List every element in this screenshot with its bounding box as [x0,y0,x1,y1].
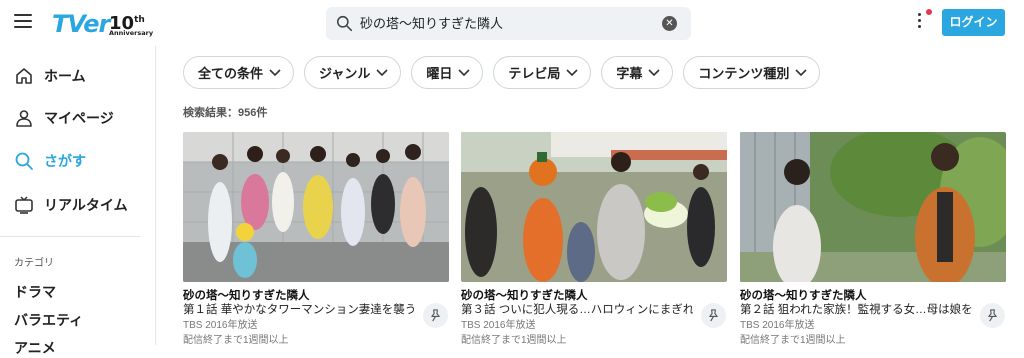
chevron-down-icon [648,68,660,76]
pin-icon [709,309,718,322]
hamburger-menu-icon[interactable] [14,14,32,30]
filter-bar: 全ての条件 ジャンル 曜日 テレビ局 字幕 コンテンツ種別 [183,56,830,89]
category-item-variety[interactable]: バラエティ [14,310,83,330]
favorite-pin-button[interactable] [423,303,448,328]
person-icon [16,110,32,127]
search-input[interactable]: 砂の塔〜知りすぎた隣人 [360,7,503,40]
filter-label: コンテンツ種別 [698,66,790,81]
filter-weekday[interactable]: 曜日 [411,56,484,89]
chevron-down-icon [376,68,388,76]
filter-genre[interactable]: ジャンル [304,56,402,89]
clear-search-icon[interactable]: ✕ [662,16,677,31]
sidebar-item-label: リアルタイム [44,197,128,213]
episode-thumbnail[interactable] [740,132,1006,282]
sidebar-item-home[interactable]: ホーム [14,62,86,90]
sidebar-divider [0,236,140,237]
card-availability: 配信終了まで1週間以上 [740,335,846,346]
episode-thumbnail[interactable] [461,132,727,282]
logo-anniversary-word: Anniversary [109,29,154,37]
logo-text: TVer [52,10,110,38]
card-availability: 配信終了まで1週間以上 [461,335,567,346]
sidebar-item-label: さがす [44,153,86,169]
sidebar-item-label: マイページ [44,110,114,126]
search-icon [15,152,33,170]
card-episode[interactable]: 第３話 ついに犯人現る…ハロウィンにまぎれ… [461,301,693,317]
filter-label: テレビ局 [508,66,561,81]
filter-label: ジャンル [319,66,371,81]
login-button[interactable]: ログイン [942,9,1005,36]
filter-content-type[interactable]: コンテンツ種別 [683,56,821,89]
category-item-drama[interactable]: ドラマ [14,282,56,302]
category-title: カテゴリ [14,258,54,269]
favorite-pin-button[interactable] [701,303,726,328]
pin-icon [988,309,997,322]
card-availability: 配信終了まで1週間以上 [183,335,289,346]
chevron-down-icon [566,68,578,76]
filter-label: 曜日 [426,66,453,81]
card-episode[interactable]: 第２話 狙われた家族！監視する女…母は娘を… [740,301,972,317]
pin-icon [431,309,440,322]
chevron-down-icon [458,68,470,76]
category-item-anime[interactable]: アニメ [14,338,56,358]
favorite-pin-button[interactable] [980,303,1005,328]
notification-badge [926,9,932,15]
tv-icon [15,196,33,214]
card-meta: TBS 2016年放送 [740,320,815,331]
more-options-icon[interactable] [914,13,924,33]
tver-logo[interactable]: TVer 10th Anniversary [52,9,154,39]
episode-thumbnail[interactable] [183,132,449,282]
filter-tv-station[interactable]: テレビ局 [493,56,592,89]
card-meta: TBS 2016年放送 [183,320,258,331]
search-icon [336,15,353,32]
sidebar-item-search[interactable]: さがす [14,147,86,175]
search-result-count: 検索結果：956件 [183,107,268,119]
filter-subtitles[interactable]: 字幕 [601,56,674,89]
filter-label: 全ての条件 [198,66,264,81]
filter-all-conditions[interactable]: 全ての条件 [183,56,295,89]
filter-label: 字幕 [616,66,643,81]
sidebar-item-realtime[interactable]: リアルタイム [14,191,128,219]
home-icon [16,68,32,84]
search-bar[interactable]: 砂の塔〜知りすぎた隣人 ✕ [326,7,691,40]
chevron-down-icon [795,68,808,76]
chevron-down-icon [269,68,281,76]
card-meta: TBS 2016年放送 [461,320,536,331]
sidebar-item-mypage[interactable]: マイページ [14,104,114,132]
top-header: TVer 10th Anniversary 砂の塔〜知りすぎた隣人 ✕ ログイン [0,0,1024,46]
sidebar: ホーム マイページ さがす リアルタイム カテゴリ ドラマ バラエティ アニメ [0,46,156,356]
card-episode[interactable]: 第１話 華やかなタワーマンション妻達を襲う… [183,301,415,317]
sidebar-item-label: ホーム [44,68,86,84]
